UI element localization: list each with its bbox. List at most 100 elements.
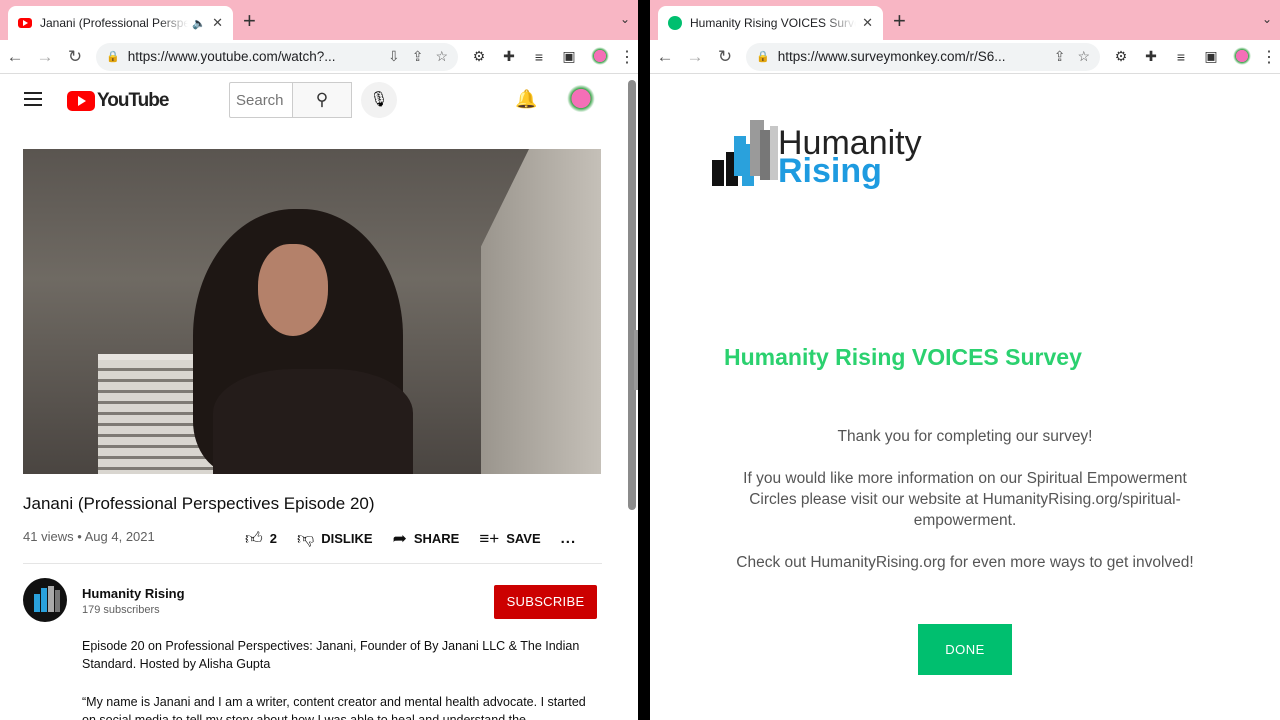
youtube-logo[interactable]: YouTube bbox=[67, 90, 169, 112]
video-player[interactable] bbox=[23, 149, 601, 474]
new-tab-button[interactable]: + bbox=[243, 10, 256, 32]
tab-strip: Humanity Rising VOICES Survey ✕ + ⌄ bbox=[650, 0, 1280, 40]
media-control-icon[interactable]: ≡ bbox=[524, 49, 554, 65]
video-actions: 👍︎ 2 👎︎ DISLIKE ➦ SHARE ≡+ SAVE ... bbox=[245, 528, 576, 549]
share-button[interactable]: ➦ SHARE bbox=[393, 529, 460, 549]
youtube-play-icon bbox=[67, 91, 95, 111]
notifications-bell-icon[interactable]: 🔔 bbox=[515, 89, 537, 110]
subscriber-count: 179 subscribers bbox=[82, 604, 160, 616]
close-tab-icon[interactable]: ✕ bbox=[212, 15, 223, 31]
forward-icon[interactable]: → bbox=[30, 47, 60, 67]
bookmark-star-icon[interactable]: ☆ bbox=[1077, 48, 1090, 65]
dislike-button[interactable]: 👎︎ DISLIKE bbox=[297, 528, 373, 549]
search-icon: ⚲ bbox=[315, 90, 329, 109]
browser-toolbar: ← → ↻ 🔒 https://www.surveymonkey.com/r/S… bbox=[650, 40, 1280, 74]
close-tab-icon[interactable]: ✕ bbox=[862, 15, 873, 31]
youtube-logo-text: YouTube bbox=[97, 90, 169, 111]
subscribe-button[interactable]: SUBSCRIBE bbox=[494, 585, 597, 619]
reload-icon[interactable]: ↻ bbox=[710, 47, 740, 67]
chevron-down-icon[interactable]: ⌄ bbox=[620, 12, 630, 26]
youtube-header: YouTube ⚲ 🎙 🔔 bbox=[0, 75, 626, 127]
microphone-button[interactable]: 🎙 bbox=[361, 82, 397, 118]
back-icon[interactable]: ← bbox=[0, 47, 30, 67]
extension-icon[interactable]: ⚙ bbox=[464, 48, 494, 65]
more-actions-button[interactable]: ... bbox=[561, 530, 577, 547]
youtube-favicon-icon bbox=[18, 18, 32, 28]
speaker-icon[interactable]: 🔈 bbox=[192, 17, 206, 30]
browser-toolbar: ← → ↻ 🔒 https://www.youtube.com/watch?..… bbox=[0, 40, 638, 74]
channel-name[interactable]: Humanity Rising bbox=[82, 586, 185, 601]
forward-icon[interactable]: → bbox=[680, 47, 710, 67]
address-bar[interactable]: 🔒 https://www.youtube.com/watch?... ⇩ ⇪ … bbox=[96, 42, 458, 71]
youtube-browser-window: Janani (Professional Perspectives Episod… bbox=[0, 0, 638, 720]
like-count: 2 bbox=[269, 531, 277, 546]
humanity-rising-logo: Humanity Rising bbox=[710, 116, 950, 196]
channel-avatar-hand bbox=[55, 590, 60, 612]
video-description: Episode 20 on Professional Perspectives:… bbox=[82, 639, 580, 671]
video-title: Janani (Professional Perspectives Episod… bbox=[23, 494, 375, 513]
survey-browser-window: Humanity Rising VOICES Survey ✕ + ⌄ ← → … bbox=[650, 0, 1280, 720]
url-text: https://www.youtube.com/watch?... bbox=[127, 49, 336, 64]
chevron-down-icon[interactable]: ⌄ bbox=[1262, 12, 1272, 26]
video-frame-body bbox=[213, 369, 413, 474]
menu-icon[interactable]: ⋮ bbox=[1258, 47, 1280, 67]
lock-icon: 🔒 bbox=[106, 51, 120, 63]
account-avatar[interactable] bbox=[566, 85, 596, 115]
video-meta: 41 views • Aug 4, 2021 bbox=[23, 529, 155, 544]
share-label: SHARE bbox=[413, 531, 460, 546]
info-text: If you would like more information on ou… bbox=[743, 470, 1187, 529]
video-frame-person bbox=[193, 209, 413, 474]
tab-survey[interactable]: Humanity Rising VOICES Survey ✕ bbox=[658, 6, 883, 40]
video-description-quote: “My name is Janani and I am a writer, co… bbox=[82, 695, 586, 720]
new-tab-button[interactable]: + bbox=[893, 10, 906, 32]
done-button[interactable]: DONE bbox=[918, 624, 1012, 675]
video-frame-face bbox=[258, 244, 328, 336]
bookmark-star-icon[interactable]: ☆ bbox=[435, 48, 448, 65]
tab-strip: Janani (Professional Perspectives Episod… bbox=[0, 0, 638, 40]
back-icon[interactable]: ← bbox=[650, 47, 680, 67]
search-button[interactable]: ⚲ bbox=[292, 82, 352, 118]
profile-avatar[interactable] bbox=[1232, 46, 1252, 67]
profile-avatar[interactable] bbox=[590, 46, 610, 67]
like-button[interactable]: 👍︎ 2 bbox=[245, 528, 277, 549]
thumbs-up-icon: 👍︎ bbox=[245, 529, 263, 548]
channel-avatar-hand bbox=[48, 586, 54, 612]
tab-title: Humanity Rising VOICES Survey bbox=[690, 16, 857, 30]
thumbs-down-icon: 👎︎ bbox=[297, 529, 315, 548]
puzzle-icon[interactable]: ✚ bbox=[1136, 48, 1166, 65]
save-label: SAVE bbox=[506, 531, 541, 546]
hamburger-menu-icon[interactable] bbox=[24, 92, 42, 106]
tab-title: Janani (Professional Perspectives Episod… bbox=[40, 16, 189, 30]
search-input[interactable] bbox=[229, 82, 293, 118]
split-divider-handle[interactable] bbox=[634, 330, 638, 390]
side-panel-icon[interactable]: ▣ bbox=[1196, 48, 1226, 65]
share-icon[interactable]: ⇪ bbox=[412, 48, 424, 65]
url-text: https://www.surveymonkey.com/r/S6... bbox=[777, 49, 1006, 64]
extension-icon[interactable]: ⚙ bbox=[1106, 48, 1136, 65]
thank-you-text: Thank you for completing our survey! bbox=[837, 428, 1093, 445]
share-arrow-icon: ➦ bbox=[392, 528, 407, 548]
side-panel-icon[interactable]: ▣ bbox=[554, 48, 584, 65]
dislike-label: DISLIKE bbox=[321, 531, 373, 546]
puzzle-icon[interactable]: ✚ bbox=[494, 48, 524, 65]
install-icon[interactable]: ⇩ bbox=[388, 48, 400, 65]
save-button[interactable]: ≡+ SAVE bbox=[479, 529, 540, 549]
surveymonkey-favicon-icon bbox=[668, 16, 682, 30]
media-control-icon[interactable]: ≡ bbox=[1166, 49, 1196, 65]
microphone-icon: 🎙 bbox=[369, 91, 389, 108]
reload-icon[interactable]: ↻ bbox=[60, 47, 90, 67]
channel-avatar-hand bbox=[41, 588, 47, 612]
address-bar[interactable]: 🔒 https://www.surveymonkey.com/r/S6... ⇪… bbox=[746, 42, 1100, 71]
channel-avatar[interactable] bbox=[23, 578, 67, 622]
lock-icon: 🔒 bbox=[756, 51, 770, 63]
scrollbar-thumb[interactable] bbox=[628, 80, 636, 510]
tab-youtube[interactable]: Janani (Professional Perspectives Episod… bbox=[8, 6, 233, 40]
menu-icon[interactable]: ⋮ bbox=[616, 47, 638, 67]
survey-title: Humanity Rising VOICES Survey bbox=[724, 344, 1082, 370]
cta-text: Check out HumanityRising.org for even mo… bbox=[736, 554, 1194, 571]
playlist-add-icon: ≡+ bbox=[479, 528, 500, 548]
share-icon[interactable]: ⇪ bbox=[1054, 48, 1066, 65]
divider bbox=[23, 563, 602, 564]
logo-word-rising: Rising bbox=[778, 152, 882, 190]
channel-avatar-hand bbox=[34, 594, 40, 612]
